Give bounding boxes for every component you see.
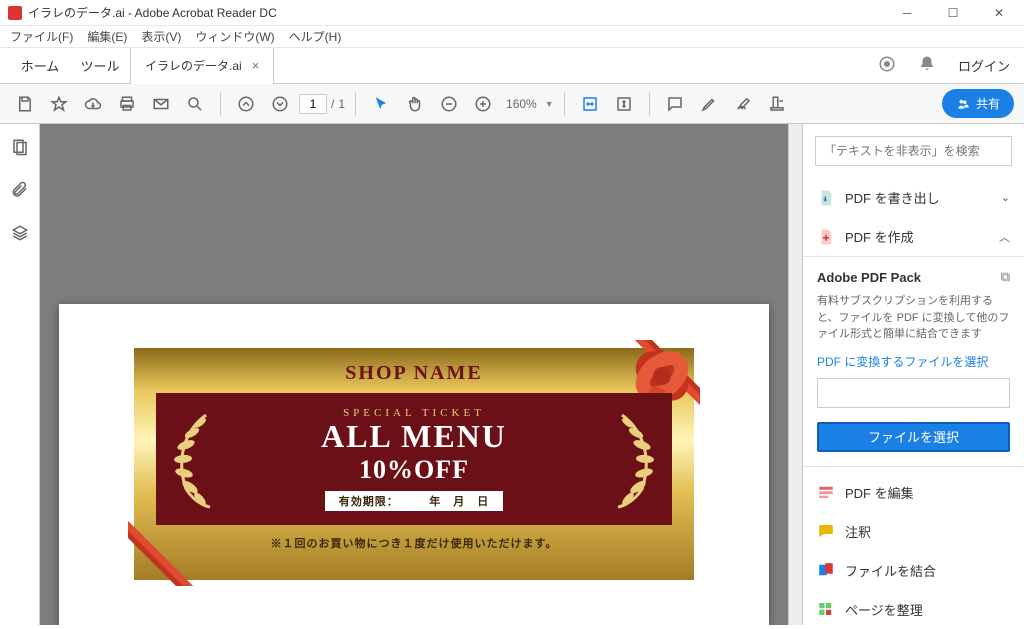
tools-search-input[interactable] bbox=[815, 136, 1012, 166]
search-icon[interactable] bbox=[180, 89, 210, 119]
mail-icon[interactable] bbox=[146, 89, 176, 119]
tab-document-label: イラレのデータ.ai bbox=[145, 57, 242, 74]
panel-organize[interactable]: ページを整理 bbox=[803, 590, 1024, 629]
tab-bar: ホーム ツール イラレのデータ.ai × ログイン bbox=[0, 48, 1024, 84]
separator bbox=[564, 92, 565, 116]
main-area: SHOP NAME SPECIAL TICKET ALL MENU 10%OFF… bbox=[0, 124, 1024, 625]
organize-icon bbox=[817, 600, 835, 618]
select-file-button[interactable]: ファイルを選択 bbox=[817, 422, 1010, 452]
main-toolbar: / 1 160% ▼ 共有 bbox=[0, 84, 1024, 124]
zoom-select[interactable]: 160% ▼ bbox=[502, 95, 554, 113]
separator bbox=[649, 92, 650, 116]
fit-page-icon[interactable] bbox=[609, 89, 639, 119]
menu-bar: ファイル(F) 編集(E) 表示(V) ウィンドウ(W) ヘルプ(H) bbox=[0, 26, 1024, 48]
pdf-pack-title: Adobe PDF Pack bbox=[817, 270, 921, 285]
edit-pdf-icon bbox=[817, 483, 835, 501]
tools-panel: PDF を書き出し ⌄ PDF を作成 ︿ Adobe PDF Pack ⧉ 有… bbox=[802, 124, 1024, 625]
login-link[interactable]: ログイン bbox=[958, 56, 1010, 75]
panel-combine-label: ファイルを結合 bbox=[845, 561, 936, 580]
tab-document[interactable]: イラレのデータ.ai × bbox=[130, 48, 274, 84]
panel-comment[interactable]: 注釈 bbox=[803, 512, 1024, 551]
window-titlebar: イラレのデータ.ai - Adobe Acrobat Reader DC ─ ☐… bbox=[0, 0, 1024, 26]
highlight-icon[interactable] bbox=[694, 89, 724, 119]
panel-combine[interactable]: ファイルを結合 bbox=[803, 551, 1024, 590]
tab-tool[interactable]: ツール bbox=[70, 48, 130, 84]
combine-icon bbox=[817, 561, 835, 579]
menu-view[interactable]: 表示(V) bbox=[135, 26, 187, 47]
selection-icon[interactable] bbox=[366, 89, 396, 119]
window-title: イラレのデータ.ai - Adobe Acrobat Reader DC bbox=[28, 4, 884, 21]
panel-export-pdf[interactable]: PDF を書き出し ⌄ bbox=[803, 178, 1024, 217]
tab-close-icon[interactable]: × bbox=[252, 58, 260, 73]
share-button[interactable]: 共有 bbox=[942, 89, 1014, 118]
page-number-input[interactable]: / 1 bbox=[299, 94, 345, 114]
chevron-down-icon: ⌄ bbox=[1001, 191, 1010, 204]
ticket-allmenu-label: ALL MENU bbox=[321, 419, 507, 454]
menu-edit[interactable]: 編集(E) bbox=[81, 26, 133, 47]
panel-create-pdf[interactable]: PDF を作成 ︿ bbox=[803, 217, 1024, 256]
page-separator: / bbox=[331, 97, 334, 111]
bell-icon[interactable] bbox=[918, 55, 936, 76]
laurel-right-icon bbox=[606, 409, 662, 509]
chevron-down-icon: ▼ bbox=[545, 99, 554, 109]
page-down-icon[interactable] bbox=[265, 89, 295, 119]
pdf-pack-link[interactable]: PDF に変換するファイルを選択 bbox=[817, 353, 1010, 370]
ticket-note: ※１回のお買い物につき１度だけ使用いただけます。 bbox=[134, 525, 694, 561]
menu-window[interactable]: ウィンドウ(W) bbox=[189, 26, 280, 47]
ticket-shop-name: SHOP NAME bbox=[134, 348, 694, 393]
sign-icon[interactable] bbox=[728, 89, 758, 119]
page-total: 1 bbox=[338, 97, 345, 111]
print-icon[interactable] bbox=[112, 89, 142, 119]
vertical-scrollbar[interactable] bbox=[788, 124, 802, 625]
panel-edit-pdf[interactable]: PDF を編集 bbox=[803, 473, 1024, 512]
zoom-value: 160% bbox=[502, 95, 541, 113]
minimize-button[interactable]: ─ bbox=[884, 0, 930, 26]
separator bbox=[220, 92, 221, 116]
file-drop-box[interactable] bbox=[817, 378, 1010, 408]
thumbnails-icon[interactable] bbox=[11, 138, 29, 159]
tab-home[interactable]: ホーム bbox=[10, 48, 70, 84]
export-pdf-icon bbox=[817, 189, 835, 207]
comment-icon[interactable] bbox=[660, 89, 690, 119]
panel-edit-label: PDF を編集 bbox=[845, 483, 914, 502]
zoom-out-icon[interactable] bbox=[434, 89, 464, 119]
comment-panel-icon bbox=[817, 522, 835, 540]
close-button[interactable]: ✕ bbox=[976, 0, 1022, 26]
zoom-in-icon[interactable] bbox=[468, 89, 498, 119]
pdf-pack-desc: 有料サブスクリプションを利用すると、ファイルを PDF に変換して他のファイル形… bbox=[817, 293, 1010, 343]
status-indicator-icon[interactable] bbox=[878, 55, 896, 76]
stamp-icon[interactable] bbox=[762, 89, 792, 119]
laurel-left-icon bbox=[166, 409, 222, 509]
cloud-icon[interactable] bbox=[78, 89, 108, 119]
ticket-graphic: SHOP NAME SPECIAL TICKET ALL MENU 10%OFF… bbox=[134, 348, 694, 580]
share-label: 共有 bbox=[976, 95, 1000, 112]
pdf-pack-section: Adobe PDF Pack ⧉ 有料サブスクリプションを利用すると、ファイルを… bbox=[803, 256, 1024, 467]
panel-create-label: PDF を作成 bbox=[845, 227, 914, 246]
link-icon[interactable]: ⧉ bbox=[1001, 269, 1010, 285]
chevron-up-icon: ︿ bbox=[999, 229, 1010, 245]
attachment-icon[interactable] bbox=[11, 181, 29, 202]
menu-help[interactable]: ヘルプ(H) bbox=[283, 26, 348, 47]
document-viewport[interactable]: SHOP NAME SPECIAL TICKET ALL MENU 10%OFF… bbox=[40, 124, 788, 625]
page-up-icon[interactable] bbox=[231, 89, 261, 119]
save-icon[interactable] bbox=[10, 89, 40, 119]
layers-icon[interactable] bbox=[11, 224, 29, 245]
ticket-valid-box: 有効期限： 年 月 日 bbox=[325, 491, 504, 511]
panel-export-label: PDF を書き出し bbox=[845, 188, 940, 207]
fit-width-icon[interactable] bbox=[575, 89, 605, 119]
left-rail bbox=[0, 124, 40, 625]
menu-file[interactable]: ファイル(F) bbox=[4, 26, 79, 47]
maximize-button[interactable]: ☐ bbox=[930, 0, 976, 26]
app-icon bbox=[8, 6, 22, 20]
separator bbox=[355, 92, 356, 116]
pdf-page: SHOP NAME SPECIAL TICKET ALL MENU 10%OFF… bbox=[59, 304, 769, 625]
panel-comment-label: 注釈 bbox=[845, 522, 871, 541]
panel-organize-label: ページを整理 bbox=[845, 600, 923, 619]
hand-icon[interactable] bbox=[400, 89, 430, 119]
ticket-discount-label: 10%OFF bbox=[359, 455, 469, 485]
page-current-field[interactable] bbox=[299, 94, 327, 114]
star-icon[interactable] bbox=[44, 89, 74, 119]
create-pdf-icon bbox=[817, 228, 835, 246]
